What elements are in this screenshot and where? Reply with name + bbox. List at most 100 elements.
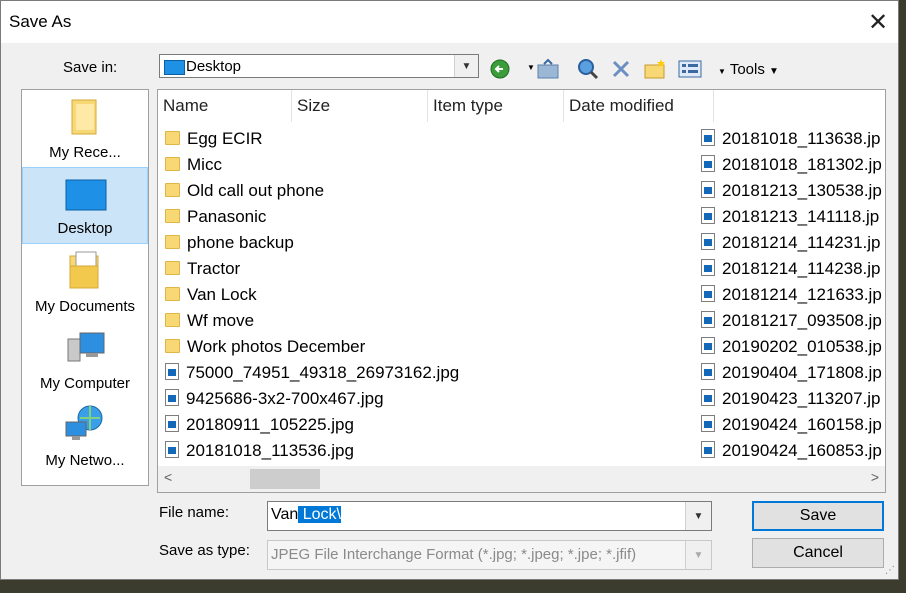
- list-item[interactable]: 20190423_113207.jp: [701, 386, 881, 412]
- list-item[interactable]: Wf move: [165, 308, 254, 334]
- save-as-type-label: Save as type:: [159, 542, 250, 559]
- list-item[interactable]: 9425686-3x2-700x467.jpg: [165, 386, 384, 412]
- documents-icon: [69, 251, 99, 289]
- file-name-text: Van Lock\: [271, 506, 341, 524]
- save-button[interactable]: Save: [752, 501, 884, 531]
- place-label: My Computer: [39, 375, 131, 392]
- list-item[interactable]: 20181018_113638.jp: [701, 126, 881, 152]
- place-network[interactable]: My Netwo...: [22, 398, 148, 475]
- list-item[interactable]: 20181217_093508.jp: [701, 308, 882, 334]
- place-desktop[interactable]: Desktop: [22, 167, 148, 244]
- image-file-icon: [701, 285, 715, 303]
- folder-icon: [165, 260, 180, 275]
- place-label: My Rece...: [49, 144, 121, 161]
- list-item-name: phone backup: [187, 233, 294, 252]
- list-item[interactable]: Egg ECIR: [165, 126, 263, 152]
- list-item-name: Work photos December: [187, 337, 366, 356]
- column-header-date[interactable]: Date modified: [564, 90, 714, 122]
- scroll-left-icon[interactable]: <: [164, 469, 172, 485]
- list-item-name: 20190404_171808.jp: [722, 363, 882, 382]
- place-documents[interactable]: My Documents: [22, 244, 148, 321]
- list-item[interactable]: Panasonic: [165, 204, 266, 230]
- list-item-name: 20180911_105225.jpg: [186, 415, 354, 434]
- list-item[interactable]: Micc: [165, 152, 222, 178]
- scroll-thumb[interactable]: [250, 469, 320, 489]
- list-item-name: Egg ECIR: [187, 129, 263, 148]
- list-item[interactable]: 20181213_141118.jp: [701, 204, 879, 230]
- list-item[interactable]: Van Lock: [165, 282, 257, 308]
- file-name-field[interactable]: Van Lock\ ▼: [267, 501, 712, 531]
- chevron-down-icon[interactable]: ▼: [685, 502, 711, 530]
- list-item-name: 20181018_113536.jpg: [186, 441, 354, 460]
- place-recent[interactable]: My Rece...: [22, 90, 148, 167]
- save-as-type-value: JPEG File Interchange Format (*.jpg; *.j…: [271, 546, 637, 563]
- list-item[interactable]: 20181018_181302.jp: [701, 152, 882, 178]
- list-item[interactable]: Work photos December: [165, 334, 365, 360]
- chevron-down-icon[interactable]: ▼: [685, 541, 711, 569]
- cancel-button[interactable]: Cancel: [752, 538, 884, 568]
- image-file-icon: [701, 311, 715, 329]
- views-button[interactable]: [678, 57, 702, 81]
- close-button[interactable]: ✕: [860, 5, 896, 39]
- new-folder-button[interactable]: [643, 57, 667, 81]
- file-name-prefix: Van: [271, 506, 299, 523]
- list-item[interactable]: 20181214_121633.jp: [701, 282, 882, 308]
- list-item[interactable]: Old call out phone: [165, 178, 324, 204]
- list-item[interactable]: 20180911_105225.jpg: [165, 412, 354, 438]
- resize-grip-icon[interactable]: ⋰: [885, 565, 895, 576]
- list-item[interactable]: 20190424_160158.jp: [701, 412, 882, 438]
- column-header-size[interactable]: Size: [292, 90, 428, 122]
- up-folder-icon: [537, 58, 559, 79]
- back-button[interactable]: [488, 57, 512, 81]
- save-as-type-dropdown[interactable]: JPEG File Interchange Format (*.jpg; *.j…: [267, 540, 712, 570]
- scroll-right-icon[interactable]: >: [871, 469, 879, 485]
- file-list[interactable]: Name Size Item type Date modified Egg EC…: [157, 89, 886, 493]
- place-computer[interactable]: My Computer: [22, 321, 148, 398]
- search-web-button[interactable]: [576, 57, 600, 81]
- desktop-icon: [65, 179, 107, 211]
- place-label: Desktop: [57, 220, 113, 237]
- list-item[interactable]: Tractor: [165, 256, 240, 282]
- desktop-folder-icon: [164, 60, 185, 75]
- list-item[interactable]: 20181214_114231.jp: [701, 230, 881, 256]
- chevron-down-icon[interactable]: ▼: [454, 55, 478, 77]
- image-file-icon: [701, 441, 715, 459]
- list-item-name: Van Lock: [187, 285, 257, 304]
- back-dropdown-icon[interactable]: ▼: [527, 63, 535, 72]
- folder-icon: [165, 156, 180, 171]
- list-item[interactable]: 20181214_114238.jp: [701, 256, 881, 282]
- image-file-icon: [701, 389, 715, 407]
- list-item[interactable]: 20190202_010538.jp: [701, 334, 882, 360]
- save-in-value: Desktop: [186, 58, 242, 75]
- list-item[interactable]: 75000_74951_49318_26973162.jpg: [165, 360, 459, 386]
- folder-icon: [165, 312, 180, 327]
- list-item-name: 20181018_181302.jp: [722, 155, 882, 174]
- up-folder-button[interactable]: [536, 57, 560, 81]
- list-item[interactable]: 20190404_171808.jp: [701, 360, 882, 386]
- image-file-icon: [701, 415, 715, 433]
- list-item-name: Micc: [187, 155, 222, 174]
- column-header-type[interactable]: Item type: [428, 90, 564, 122]
- places-bar: My Rece... Desktop My Documents My Compu…: [21, 89, 149, 486]
- delete-button[interactable]: [609, 57, 633, 81]
- list-item-name: Wf move: [187, 311, 255, 330]
- place-label: My Netwo...: [45, 452, 125, 469]
- list-item-name: 20181213_141118.jp: [722, 207, 880, 226]
- delete-icon: [612, 60, 630, 78]
- list-item[interactable]: phone backup: [165, 230, 294, 256]
- folder-icon: [165, 208, 180, 223]
- list-item-name: Tractor: [187, 259, 241, 278]
- list-item[interactable]: 20181018_113536.jpg: [165, 438, 354, 464]
- column-header-name[interactable]: Name: [158, 90, 292, 122]
- save-in-dropdown[interactable]: Desktop ▼: [159, 54, 479, 78]
- list-item[interactable]: 20181213_130538.jp: [701, 178, 882, 204]
- computer-icon: [67, 332, 105, 362]
- recent-folder-icon: [71, 99, 97, 135]
- image-file-icon: [165, 441, 179, 459]
- tools-left-arrow-icon: ▼: [718, 67, 726, 76]
- list-item[interactable]: 20190424_160853.jp: [701, 438, 882, 464]
- horizontal-scrollbar[interactable]: < >: [158, 466, 885, 492]
- image-file-icon: [701, 181, 715, 199]
- network-icon: [65, 405, 103, 440]
- tools-menu-button[interactable]: ▼ Tools ▼: [718, 61, 779, 78]
